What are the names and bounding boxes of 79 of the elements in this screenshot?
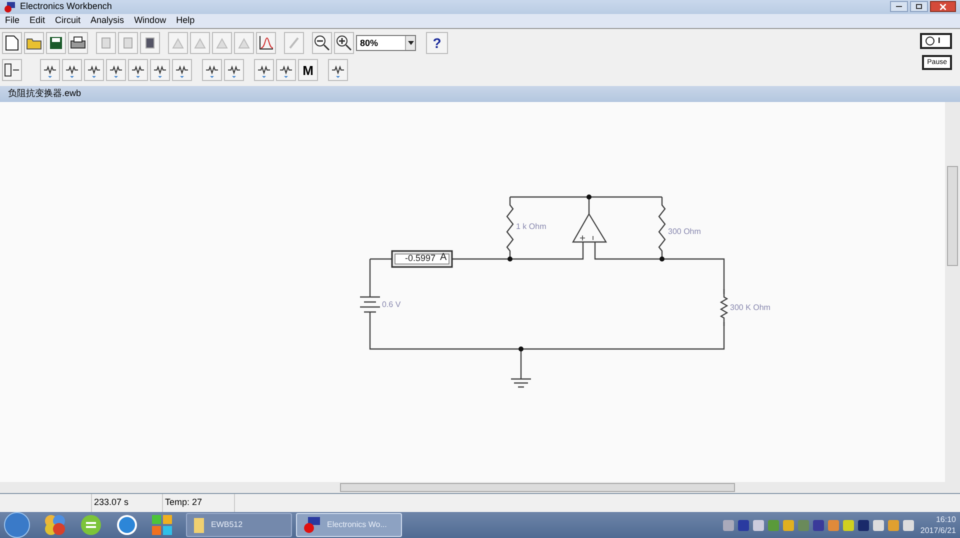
miscellaneous-bin-button[interactable]: M <box>298 59 318 82</box>
menu-item[interactable]: Edit <box>30 14 46 28</box>
ammeter-reading: -0.5997 <box>405 254 436 264</box>
zoom-in-icon <box>336 35 352 52</box>
analog-ic-bin-button[interactable] <box>128 59 148 82</box>
component-label: 300 K Ohm <box>730 304 770 312</box>
help-button[interactable]: ? <box>426 32 448 54</box>
resistor <box>720 289 728 326</box>
junction-dot <box>586 194 592 200</box>
document-title: 负阻抗变换器.ewb <box>8 87 82 100</box>
junction-dot <box>508 256 512 262</box>
page-icon <box>99 36 113 50</box>
minimize-button[interactable] <box>890 1 908 12</box>
close-button[interactable] <box>930 1 956 12</box>
clock-date: 2017/6/21 <box>920 525 956 536</box>
open-folder-button[interactable] <box>24 32 44 54</box>
new-file-icon <box>5 35 19 52</box>
vertical-scrollbar[interactable] <box>945 102 960 482</box>
triangle-icon <box>171 36 185 50</box>
menu-item[interactable]: Help <box>176 14 195 28</box>
component-label: 300 Ohm <box>668 228 701 236</box>
logic-gate-bin-button[interactable] <box>202 59 222 82</box>
transistor-bin-button[interactable] <box>106 59 126 82</box>
zoom-dropdown[interactable]: 80% <box>356 35 416 52</box>
paste-button[interactable] <box>140 32 160 54</box>
menu-item[interactable]: Analysis <box>90 14 124 28</box>
ammeter-unit: A <box>440 253 447 264</box>
diode-bin-button[interactable] <box>84 59 104 82</box>
junction-dot <box>518 346 524 352</box>
ground <box>510 378 532 388</box>
zoom-out-icon <box>314 35 330 52</box>
op-amp <box>572 213 608 243</box>
grid-arrow-icon <box>4 63 20 78</box>
graph-button[interactable] <box>256 32 276 54</box>
instruments-bin-button[interactable] <box>328 59 348 82</box>
clock-time: 16:10 <box>936 514 956 526</box>
component-label: 0.6 V <box>382 301 401 310</box>
page-icon <box>121 36 135 50</box>
horizontal-scrollbar[interactable] <box>0 482 960 494</box>
save-icon <box>49 36 63 50</box>
battery <box>359 296 381 313</box>
print-icon <box>70 36 86 50</box>
digital-ic-bin-button[interactable] <box>172 59 192 82</box>
sources-bin-button[interactable] <box>40 59 60 82</box>
resistor <box>506 197 514 260</box>
power-switch[interactable]: I <box>920 33 952 50</box>
open-folder-icon <box>26 36 42 50</box>
indicator-bin-button[interactable] <box>254 59 274 82</box>
scroll-thumb[interactable] <box>340 483 735 492</box>
clock[interactable]: 16:10 2017/6/21 <box>920 514 956 536</box>
cut-button[interactable] <box>96 32 116 54</box>
menu-item[interactable]: Window <box>134 14 166 28</box>
close-icon <box>940 4 946 10</box>
start-button[interactable] <box>4 512 30 538</box>
zoom-out-button[interactable] <box>312 32 332 54</box>
print-button[interactable] <box>68 32 88 54</box>
scroll-thumb[interactable] <box>947 166 958 266</box>
dropdown-caret-icon <box>408 41 414 46</box>
mixed-ic-bin-button[interactable] <box>150 59 170 82</box>
triangle-icon <box>193 36 207 50</box>
junction-dot <box>660 256 664 262</box>
menu-item[interactable]: Circuit <box>55 14 81 28</box>
triangle-icon <box>215 36 229 50</box>
save-button[interactable] <box>46 32 66 54</box>
component-label: 1 k Ohm <box>516 223 546 232</box>
restore-button[interactable] <box>910 1 928 12</box>
triangle-icon <box>237 36 251 50</box>
resistor-bin-button[interactable] <box>62 59 82 82</box>
menu-item[interactable]: File <box>5 14 20 28</box>
simulation-time: 233.07 s <box>93 496 130 510</box>
folder-icon <box>193 516 205 534</box>
resistor <box>658 197 666 260</box>
parts-bin-button[interactable] <box>2 59 22 82</box>
window-title: Electronics Workbench <box>20 0 112 13</box>
controls-bin-button[interactable] <box>276 59 296 82</box>
digital-bin-button[interactable] <box>224 59 244 82</box>
new-file-button[interactable] <box>2 32 22 54</box>
zoom-in-button[interactable] <box>334 32 354 54</box>
graph-icon <box>258 35 274 52</box>
